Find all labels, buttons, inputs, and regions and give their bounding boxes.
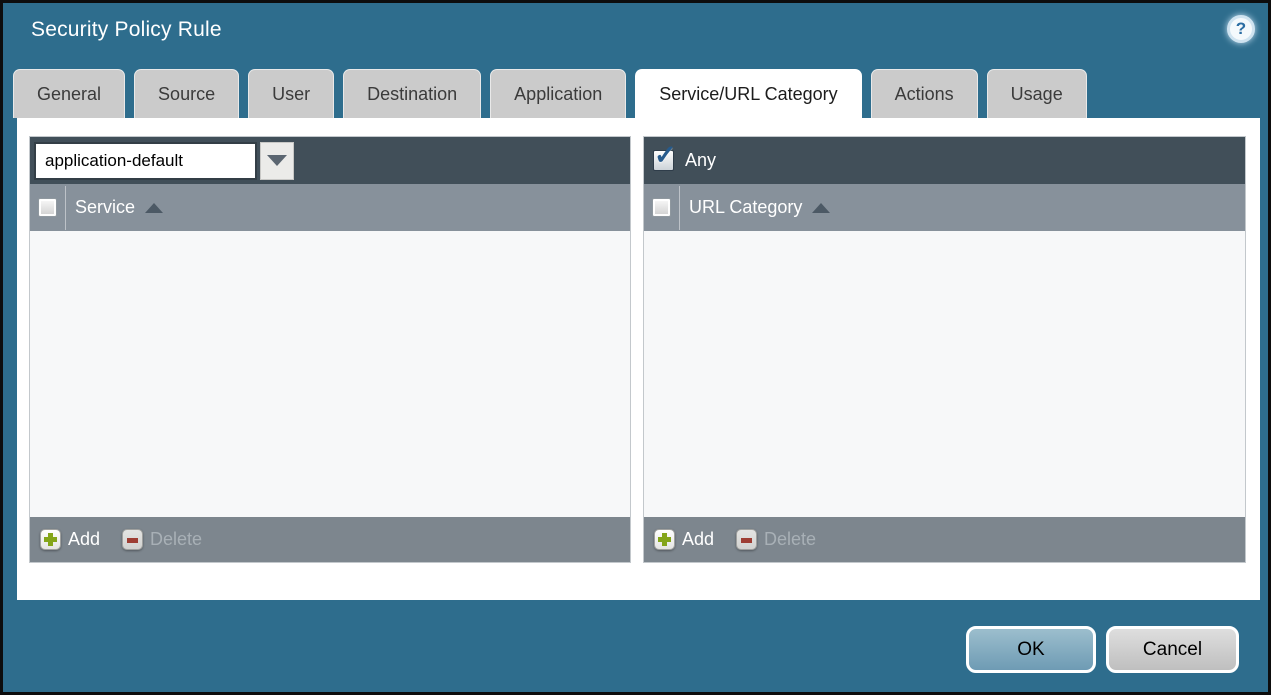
tab-general[interactable]: General	[13, 69, 126, 118]
tab-usage[interactable]: Usage	[986, 69, 1087, 118]
service-add-button[interactable]: Add	[68, 529, 100, 550]
url-footer-bar: Add Delete	[644, 517, 1245, 562]
tab-actions[interactable]: Actions	[870, 69, 978, 118]
service-column-header[interactable]: Service	[75, 197, 164, 218]
url-column-label: URL Category	[689, 197, 803, 217]
tab-user[interactable]: User	[248, 69, 335, 118]
service-column-header-row: Service	[30, 184, 630, 231]
header-divider	[679, 185, 680, 230]
add-icon[interactable]	[654, 529, 675, 550]
url-column-header[interactable]: URL Category	[689, 197, 831, 218]
tab-bar: General Source User Destination Applicat…	[13, 69, 1087, 118]
any-checkbox[interactable]: ✓	[653, 142, 677, 171]
url-any-bar: ✓ Any	[644, 137, 1245, 184]
sort-ascending-icon	[812, 202, 831, 213]
sort-ascending-icon	[145, 202, 164, 213]
any-label: Any	[685, 150, 717, 170]
url-delete-button[interactable]: Delete	[764, 529, 816, 550]
delete-icon[interactable]	[736, 529, 758, 550]
service-panel: Service Add Delete	[29, 136, 631, 563]
service-select-all-checkbox[interactable]	[38, 198, 57, 217]
delete-icon[interactable]	[122, 529, 144, 550]
service-footer-bar: Add Delete	[30, 517, 630, 562]
service-type-bar	[30, 137, 630, 184]
service-type-dropdown-button[interactable]	[260, 141, 294, 180]
service-column-label: Service	[75, 197, 136, 217]
tab-service-url-category[interactable]: Service/URL Category	[635, 69, 862, 118]
url-category-list[interactable]	[644, 231, 1245, 517]
url-category-panel: ✓ Any URL Category Add Delete	[643, 136, 1246, 563]
url-add-button[interactable]: Add	[682, 529, 714, 550]
chevron-down-icon	[267, 155, 287, 166]
cancel-button[interactable]: Cancel	[1106, 626, 1239, 673]
service-list[interactable]	[30, 231, 630, 517]
tab-application[interactable]: Application	[490, 69, 627, 118]
add-icon[interactable]	[40, 529, 61, 550]
tab-source[interactable]: Source	[134, 69, 240, 118]
security-policy-rule-dialog: Security Policy Rule ? General Source Us…	[0, 0, 1271, 695]
url-column-header-row: URL Category	[644, 184, 1245, 231]
help-icon[interactable]: ?	[1227, 15, 1255, 43]
ok-button[interactable]: OK	[966, 626, 1096, 673]
dialog-title: Security Policy Rule	[31, 18, 222, 41]
service-delete-button[interactable]: Delete	[150, 529, 202, 550]
checkmark-icon: ✓	[654, 140, 677, 170]
header-divider	[65, 185, 66, 230]
service-type-dropdown-input[interactable]	[34, 141, 257, 180]
url-select-all-checkbox[interactable]	[652, 198, 671, 217]
tab-content-area: Service Add Delete ✓ Any	[17, 118, 1260, 600]
tab-destination[interactable]: Destination	[343, 69, 482, 118]
